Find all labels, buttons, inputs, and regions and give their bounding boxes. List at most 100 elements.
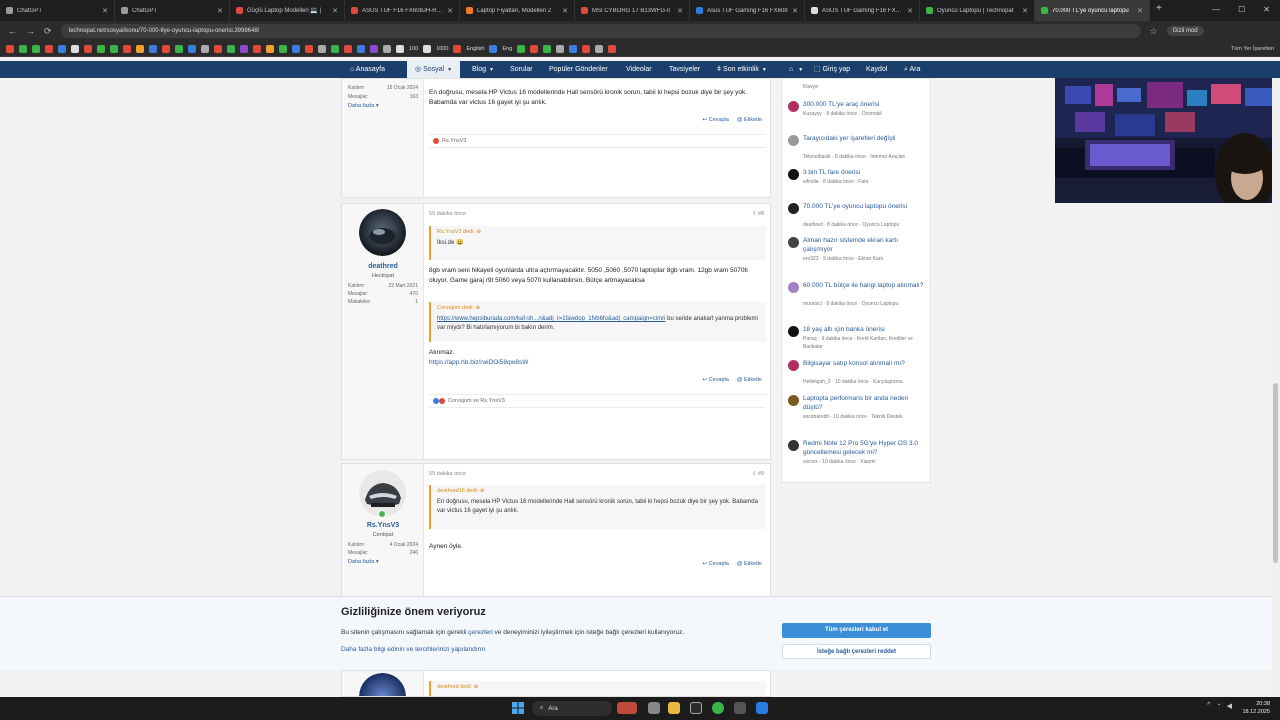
bookmark-icon[interactable] — [331, 44, 339, 53]
bookmark-icon[interactable] — [582, 44, 591, 53]
forward-icon[interactable]: → — [26, 26, 35, 36]
address-bar[interactable]: technopat.net/sosyal/konu/70-000-tlye-oy… — [60, 24, 1141, 38]
user-avatar-icon[interactable] — [788, 282, 799, 293]
nav-populer[interactable]: Popüler Gönderiler — [549, 61, 608, 78]
share-icon[interactable]: ⇪ — [752, 471, 757, 477]
sidebar-thread-item[interactable]: 3 bin TL fare önerisi wfoolla · 8 dakika … — [788, 168, 928, 202]
minimize-icon[interactable]: — — [1212, 5, 1220, 16]
avatar[interactable] — [359, 209, 406, 256]
bookmark-icon[interactable] — [149, 44, 157, 53]
bookmark-icon[interactable] — [556, 44, 565, 53]
bookmark-label[interactable]: Eng — [502, 46, 512, 52]
taskbar-clock[interactable]: 20:38 18.12.2025 — [1242, 700, 1270, 716]
bookmark-icon[interactable] — [201, 44, 209, 53]
browser-tab[interactable]: Laptop Fiyatları, Modelleri 2 ✕ — [460, 0, 575, 21]
close-icon[interactable]: ✕ — [677, 7, 683, 15]
nav-tavsiyeler[interactable]: Tavsiyeler — [669, 61, 700, 78]
folder-icon[interactable] — [423, 44, 432, 53]
bookmark-icon[interactable] — [318, 44, 326, 53]
app-icon[interactable] — [734, 702, 746, 714]
bookmark-icon[interactable] — [175, 44, 183, 53]
bookmark-icon[interactable] — [344, 44, 352, 53]
bookmark-icon[interactable] — [123, 44, 131, 53]
quote-author[interactable]: Corvajum dedi: ⊕ — [437, 305, 760, 311]
sidebar-thread-item[interactable]: 300.000 TL'ye araç önerisi Kusayyy · 8 da… — [788, 100, 928, 134]
back-icon[interactable]: ← — [8, 26, 17, 36]
taskbar-search[interactable]: ⌕ Ara — [532, 701, 612, 716]
user-avatar-icon[interactable] — [788, 169, 799, 180]
close-icon[interactable]: ✕ — [102, 7, 108, 15]
post-time[interactable]: 59 dakika önce — [429, 211, 466, 217]
bookmark-icon[interactable] — [188, 44, 196, 53]
windows-start-icon[interactable] — [512, 702, 524, 714]
close-icon[interactable]: ✕ — [562, 7, 568, 15]
file-explorer-icon[interactable] — [668, 702, 680, 714]
close-window-icon[interactable]: ✕ — [1263, 5, 1270, 16]
username[interactable]: deathred — [342, 263, 424, 270]
incognito-badge[interactable]: Gizli mod — [1166, 26, 1204, 36]
close-icon[interactable]: ✕ — [447, 7, 453, 15]
bookmark-icon[interactable] — [240, 44, 248, 53]
browser-tab[interactable]: ChatGPT ✕ — [0, 0, 115, 21]
bookmark-icon[interactable] — [136, 44, 144, 53]
nav-extra[interactable]: ⌂ ▼ — [789, 61, 803, 78]
quote-author[interactable]: deathred16 dedi: ⊕ — [437, 488, 760, 494]
reply-button[interactable]: ↩ Cevapla — [703, 561, 729, 567]
bookmark-icon[interactable] — [530, 44, 539, 53]
close-icon[interactable]: ✕ — [1137, 7, 1143, 15]
sidebar-thread-item[interactable]: 18 yaş altı için banka önerisi Panuç · 9 … — [788, 325, 928, 359]
network-icon[interactable]: ◔ — [1216, 702, 1220, 710]
tag-button[interactable]: @ Etiketle — [737, 561, 762, 567]
sidebar-thread-item[interactable]: Tarayıcıdaki yer işaretleri değişti Tekme… — [788, 134, 928, 168]
bookmark-icon[interactable] — [453, 44, 462, 53]
sidebar-thread-item[interactable]: 60.000 TL bütçe ile hangi laptop alınmal… — [788, 281, 928, 315]
thread-title-link[interactable]: 300.000 TL'ye araç önerisi — [803, 100, 928, 109]
maximize-icon[interactable]: ☐ — [1238, 5, 1245, 16]
product-link[interactable]: https://www.hepsiburada.com/kaf-sh...n&a… — [437, 316, 665, 322]
browser-tab[interactable]: MSI CYBORG 17 B13WFG-0 ✕ — [575, 0, 690, 21]
reload-icon[interactable]: ⟳ — [44, 26, 52, 37]
widget-icon[interactable] — [617, 702, 637, 714]
bookmark-icon[interactable] — [214, 44, 222, 53]
star-icon[interactable]: ☆ — [1150, 26, 1158, 37]
bookmark-icon[interactable] — [162, 44, 170, 53]
chrome-icon[interactable] — [712, 702, 724, 714]
bookmark-icon[interactable] — [305, 44, 313, 53]
sidebar-thread-item[interactable]: Bilgisayar satıp konsol alınmalı mı? Hell… — [788, 359, 928, 393]
bookmark-icon[interactable] — [266, 44, 274, 53]
reply-button[interactable]: ↩ Cevapla — [703, 377, 729, 383]
thread-title-link[interactable]: Alman hazır sistemde ekran kartı çalışmı… — [803, 236, 928, 254]
cookies-link[interactable]: çerezleri — [468, 629, 493, 636]
bookmark-icon[interactable] — [279, 44, 287, 53]
bookmark-icon[interactable] — [292, 44, 300, 53]
bookmark-icon[interactable] — [58, 44, 66, 53]
bookmark-icon[interactable] — [97, 44, 105, 53]
user-avatar-icon[interactable] — [788, 326, 799, 337]
browser-tab[interactable]: 70.000 TL'ye oyuncu laptopu ✕ — [1035, 0, 1150, 21]
all-bookmarks-link[interactable]: Tüm Yer İşaretleri — [1231, 46, 1274, 52]
bookmark-icon[interactable] — [595, 44, 604, 53]
thread-title-link[interactable]: Tarayıcıdaki yer işaretleri değişti — [803, 134, 928, 143]
bookmark-icon[interactable] — [71, 44, 79, 53]
bookmark-icon[interactable] — [110, 44, 118, 53]
reactions-bar[interactable]: Corvajum ve Rs.YnsV3 — [429, 394, 766, 408]
close-icon[interactable]: ✕ — [792, 7, 798, 15]
thread-title-link[interactable]: 60.000 TL bütçe ile hangi laptop alınmal… — [803, 281, 928, 290]
browser-tab[interactable]: ASUS TUF F16 FX608JH-RV0 ✕ — [345, 0, 460, 21]
close-icon[interactable]: ✕ — [907, 7, 913, 15]
volume-icon[interactable]: ◀ — [1227, 702, 1232, 710]
quote-author[interactable]: deathred dedi: ⊕ — [437, 684, 760, 690]
post-time[interactable]: 59 dakika önce — [429, 471, 466, 477]
bookmark-icon[interactable] — [370, 44, 378, 53]
user-avatar-icon[interactable] — [788, 237, 799, 248]
bookmark-icon[interactable] — [543, 44, 552, 53]
close-icon[interactable]: ✕ — [332, 7, 338, 15]
bookmark-label[interactable]: 1000 — [436, 46, 448, 52]
login-link[interactable]: ⬚ Giriş yap — [814, 61, 850, 78]
page-scrollbar[interactable] — [1272, 78, 1280, 697]
bookmark-icon[interactable] — [253, 44, 261, 53]
chevron-up-icon[interactable]: ^ — [1207, 702, 1210, 710]
thread-title-link[interactable]: Laptopta performans bir anda neden düştü… — [803, 394, 928, 412]
nav-sorular[interactable]: Sorular — [510, 61, 533, 78]
bookmark-icon[interactable] — [517, 44, 526, 53]
